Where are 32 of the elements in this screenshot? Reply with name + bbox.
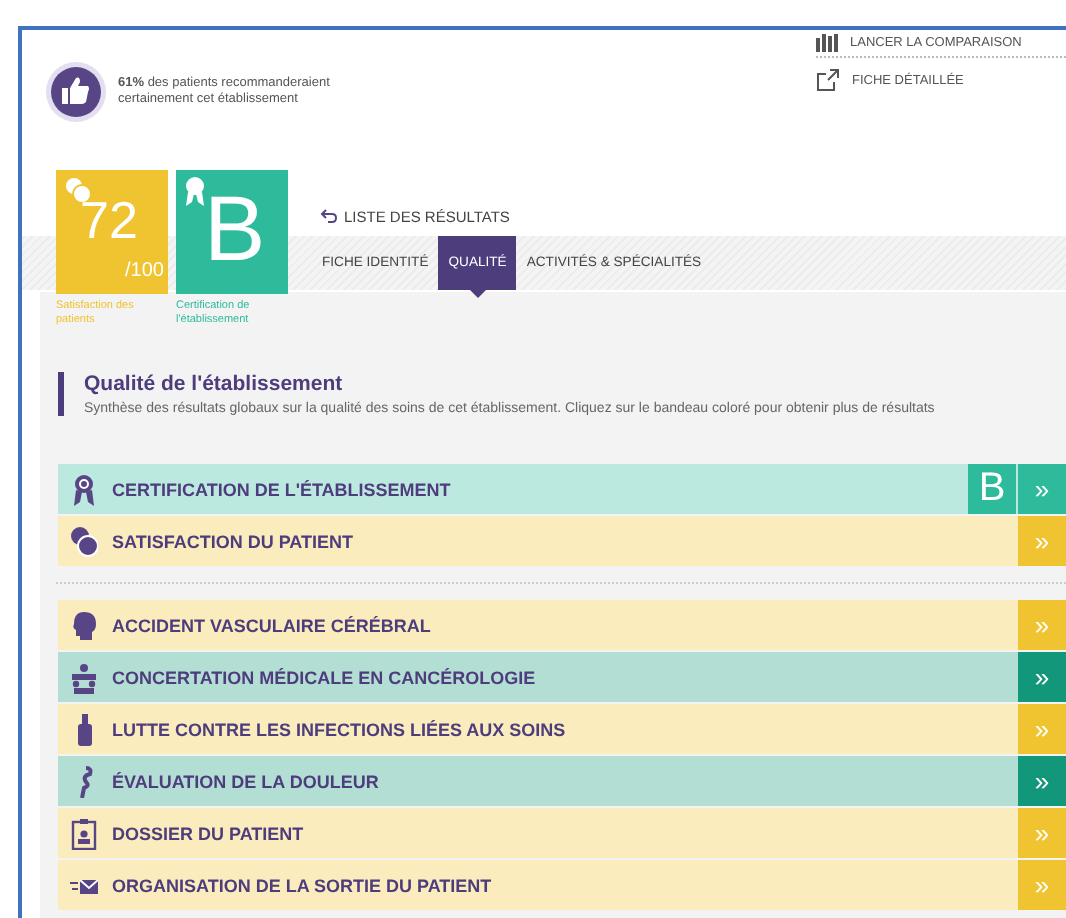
undo-icon	[320, 208, 338, 224]
result-label: DOSSIER DU PATIENT	[112, 823, 306, 844]
external-link-icon	[816, 68, 840, 92]
result-row[interactable]: DOSSIER DU PATIENT »	[58, 808, 1066, 859]
people-icon	[70, 661, 98, 694]
grade-badge: B	[968, 464, 1016, 515]
score-value: 72	[80, 190, 138, 252]
result-label: CERTIFICATION DE L'ÉTABLISSEMENT	[112, 479, 453, 500]
expand-button[interactable]: »	[1018, 652, 1066, 703]
result-row[interactable]: CERTIFICATION DE L'ÉTABLISSEMENT B »	[58, 464, 1066, 515]
ribbon-icon	[184, 176, 206, 206]
result-label: ACCIDENT VASCULAIRE CÉRÉBRAL	[112, 615, 433, 636]
result-label: SATISFACTION DU PATIENT	[112, 531, 355, 552]
result-label: LUTTE CONTRE LES INFECTIONS LIÉES AUX SOINS	[112, 719, 568, 740]
expand-button[interactable]: »	[1018, 756, 1066, 807]
grade-letter: B	[204, 174, 266, 282]
ribbon-icon	[70, 473, 98, 506]
thumbs-up-icon	[44, 60, 108, 124]
result-row[interactable]: LUTTE CONTRE LES INFECTIONS LIÉES AUX SOINS »	[58, 704, 1066, 755]
section-title: Qualité de l'établissement	[84, 372, 345, 397]
result-label: ORGANISATION DE LA SORTIE DU PATIENT	[112, 875, 494, 896]
result-row[interactable]: ORGANISATION DE LA SORTIE DU PATIENT »	[58, 860, 1066, 911]
result-label: CONCERTATION MÉDICALE EN CANCÉROLOGIE	[112, 667, 538, 688]
result-label: ÉVALUATION DE LA DOULEUR	[112, 771, 381, 792]
result-row[interactable]: CONCERTATION MÉDICALE EN CANCÉROLOGIE »	[58, 652, 1066, 703]
result-row[interactable]: ACCIDENT VASCULAIRE CÉRÉBRAL »	[58, 600, 1066, 651]
result-row[interactable]: ÉVALUATION DE LA DOULEUR »	[58, 756, 1066, 807]
head-icon	[70, 609, 98, 642]
score-max: /100	[125, 260, 164, 282]
bar-chart-icon	[816, 33, 838, 51]
clipboard-icon	[70, 817, 98, 850]
result-row[interactable]: SATISFACTION DU PATIENT »	[58, 516, 1066, 567]
